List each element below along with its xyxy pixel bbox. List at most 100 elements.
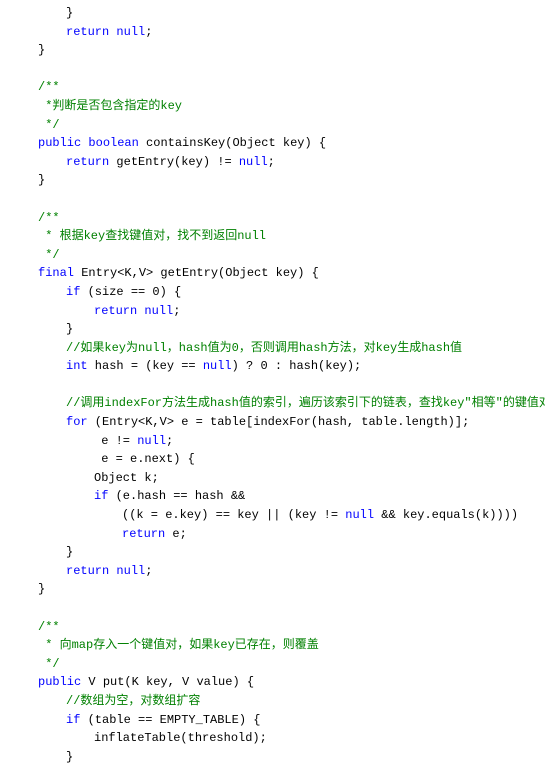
code-line: public V put(K key, V value) { [10, 673, 545, 692]
code-text: containsKey(Object key) { [139, 136, 326, 150]
code-line: int hash = (key == null) ? 0 : hash(key)… [10, 357, 545, 376]
code-text: (table == EMPTY_TABLE) { [80, 713, 260, 727]
code-line: /** [10, 618, 545, 637]
code-block: }return null;} /** *判断是否包含指定的key */publi… [0, 0, 545, 770]
code-line: * 向map存入一个键值对，如果key已存在，则覆盖 [10, 636, 545, 655]
code-line: //如果key为null，hash值为0，否则调用hash方法，对key生成ha… [10, 339, 545, 358]
keyword-text: public [38, 675, 81, 689]
code-line: if (table == EMPTY_TABLE) { [10, 711, 545, 730]
code-text: } [38, 582, 45, 596]
code-line: final Entry<K,V> getEntry(Object key) { [10, 264, 545, 283]
code-line: ((k = e.key) == key || (key != null && k… [10, 506, 545, 525]
comment-text: //如果key为null，hash值为0，否则调用hash方法，对key生成ha… [66, 341, 462, 355]
code-line: return null; [10, 302, 545, 321]
keyword-text: null [116, 25, 145, 39]
code-text: ; [173, 304, 180, 318]
comment-text: /** [38, 80, 60, 94]
code-text: V put(K key, V value) { [81, 675, 254, 689]
keyword-text: int [66, 359, 88, 373]
code-text: } [38, 43, 45, 57]
code-text: } [66, 322, 73, 336]
code-text [10, 378, 17, 392]
code-text: Entry<K,V> getEntry(Object key) { [74, 266, 319, 280]
code-line [10, 190, 545, 209]
keyword-text: if [66, 285, 80, 299]
code-text: && key.equals(k)))) [374, 508, 518, 522]
code-text: getEntry(key) != [109, 155, 239, 169]
code-text [10, 62, 17, 76]
comment-text: /** [38, 620, 60, 634]
code-line: * 根据key查找键值对，找不到返回null [10, 227, 545, 246]
code-text: ; [145, 564, 152, 578]
code-text: } [66, 750, 73, 764]
code-line: if (size == 0) { [10, 283, 545, 302]
keyword-text: null [116, 564, 145, 578]
code-line: } [10, 320, 545, 339]
code-line: inflateTable(threshold); [10, 729, 545, 748]
code-text: ; [268, 155, 275, 169]
code-line: //数组为空，对数组扩容 [10, 692, 545, 711]
comment-text: */ [38, 118, 60, 132]
comment-text: */ [38, 657, 60, 671]
code-text: ((k = e.key) == key || (key != [122, 508, 345, 522]
code-line: /** [10, 78, 545, 97]
code-line: *判断是否包含指定的key [10, 97, 545, 116]
keyword-text: null [345, 508, 374, 522]
code-line [10, 376, 545, 395]
keyword-text: null [203, 359, 232, 373]
code-text: e; [165, 527, 187, 541]
code-line: /** [10, 209, 545, 228]
code-line: */ [10, 655, 545, 674]
keyword-text: if [66, 713, 80, 727]
comment-text: * 根据key查找键值对，找不到返回null [38, 229, 266, 243]
comment-text: //数组为空，对数组扩容 [66, 694, 200, 708]
code-line: } [10, 4, 545, 23]
code-text: e != [94, 434, 137, 448]
keyword-text: if [94, 489, 108, 503]
keyword-text: for [66, 415, 88, 429]
code-line: return null; [10, 562, 545, 581]
code-line: */ [10, 246, 545, 265]
code-line: return null; [10, 23, 545, 42]
code-text: (e.hash == hash && [108, 489, 245, 503]
code-line: return e; [10, 525, 545, 544]
keyword-text: null [239, 155, 268, 169]
code-text: hash = (key == [88, 359, 203, 373]
code-text: } [66, 545, 73, 559]
code-line: */ [10, 116, 545, 135]
code-text: Object k; [94, 471, 159, 485]
code-line [10, 60, 545, 79]
code-line: //调用indexFor方法生成hash值的索引，遍历该索引下的链表，查找key… [10, 394, 545, 413]
keyword-text: return [66, 564, 109, 578]
keyword-text: boolean [88, 136, 138, 150]
code-text [10, 601, 17, 615]
code-line: return getEntry(key) != null; [10, 153, 545, 172]
comment-text: *判断是否包含指定的key [38, 99, 182, 113]
comment-text: /** [38, 211, 60, 225]
code-line: public boolean containsKey(Object key) { [10, 134, 545, 153]
comment-text: //调用indexFor方法生成hash值的索引，遍历该索引下的链表，查找key… [66, 396, 545, 410]
code-text: (size == 0) { [80, 285, 181, 299]
code-text: ; [166, 434, 173, 448]
code-line: if (e.hash == hash && [10, 487, 545, 506]
code-line: } [10, 543, 545, 562]
code-text [10, 192, 17, 206]
code-line: } [10, 41, 545, 60]
code-text: (Entry<K,V> e = table[indexFor(hash, tab… [88, 415, 470, 429]
code-line: e != null; [10, 432, 545, 451]
code-line: } [10, 580, 545, 599]
code-text: } [66, 6, 73, 20]
code-text: e = e.next) { [94, 452, 195, 466]
keyword-text: null [137, 434, 166, 448]
code-text: ; [145, 25, 152, 39]
keyword-text: null [144, 304, 173, 318]
code-text: ) ? 0 : hash(key); [232, 359, 362, 373]
keyword-text: return [66, 25, 109, 39]
keyword-text: return [94, 304, 137, 318]
keyword-text: return [122, 527, 165, 541]
code-line: } [10, 171, 545, 190]
code-line: e = e.next) { [10, 450, 545, 469]
code-text: inflateTable(threshold); [94, 731, 267, 745]
code-line: Object k; [10, 469, 545, 488]
code-text: } [38, 173, 45, 187]
